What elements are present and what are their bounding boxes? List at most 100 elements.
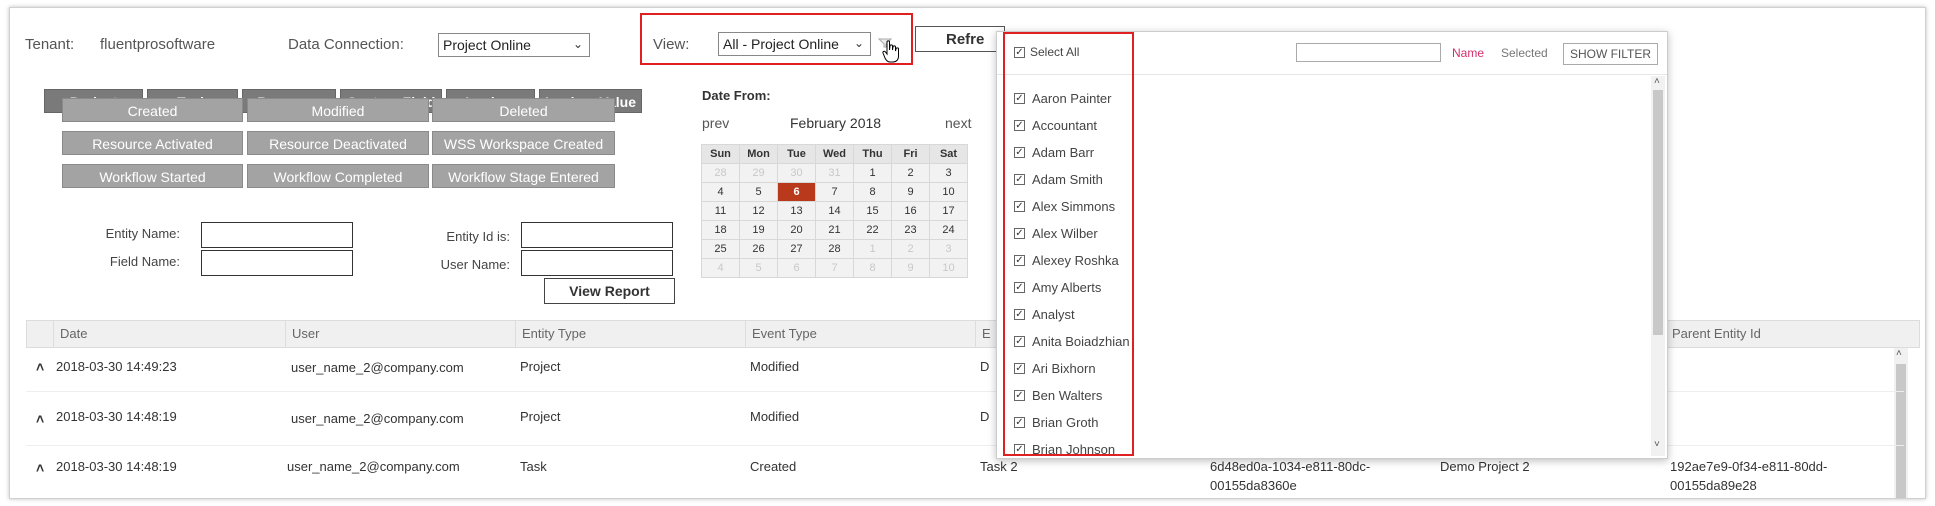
calendar-day-header: Mon — [739, 144, 778, 164]
row-entity: D — [980, 359, 990, 374]
data-connection-label: Data Connection: — [288, 36, 404, 53]
event-deleted-button[interactable]: Deleted — [432, 98, 615, 122]
tenant-value: fluentprosoftware — [100, 36, 216, 53]
calendar-day-cell[interactable]: 5 — [739, 258, 778, 278]
show-filter-button[interactable]: SHOW FILTER — [1563, 43, 1658, 65]
data-connection-select[interactable]: Project Online ⌄ — [438, 33, 590, 57]
column-header-date[interactable]: Date — [53, 321, 285, 347]
calendar-day-cell[interactable]: 16 — [891, 201, 930, 221]
calendar-day-cell[interactable]: 9 — [891, 258, 930, 278]
calendar-day-cell[interactable]: 20 — [777, 220, 816, 240]
calendar-day-cell[interactable]: 28 — [815, 239, 854, 259]
calendar-day-cell[interactable]: 10 — [929, 258, 968, 278]
date-from-label: Date From: — [702, 88, 771, 103]
calendar-day-header: Fri — [891, 144, 930, 164]
filter-search-input[interactable] — [1296, 43, 1441, 62]
field-name-input[interactable] — [201, 250, 353, 276]
calendar-day-cell[interactable]: 7 — [815, 258, 854, 278]
calendar-day-cell[interactable]: 2 — [891, 163, 930, 183]
calendar-day-cell[interactable]: 8 — [853, 258, 892, 278]
calendar-day-cell[interactable]: 7 — [815, 182, 854, 202]
entity-name-input[interactable] — [201, 222, 353, 248]
popup-scrollbar-thumb[interactable] — [1653, 90, 1663, 335]
row-parent: Demo Project 2 — [1440, 459, 1530, 474]
column-header-event-type[interactable]: Event Type — [745, 321, 975, 347]
popup-highlight-box — [1003, 32, 1134, 456]
row-user: user_name_2@company.com — [291, 360, 464, 375]
calendar-day-cell[interactable]: 10 — [929, 182, 968, 202]
calendar-day-cell[interactable]: 22 — [853, 220, 892, 240]
event-workflow-stage-entered-button[interactable]: Workflow Stage Entered — [432, 164, 615, 188]
calendar-day-cell[interactable]: 26 — [739, 239, 778, 259]
calendar-day-cell[interactable]: 3 — [929, 163, 968, 183]
event-modified-button[interactable]: Modified — [247, 98, 429, 122]
entity-id-label: Entity Id is: — [446, 229, 510, 244]
calendar-day-cell[interactable]: 30 — [777, 163, 816, 183]
calendar-day-cell[interactable]: 3 — [929, 239, 968, 259]
user-name-input[interactable] — [521, 250, 673, 276]
column-header-entity-type[interactable]: Entity Type — [515, 321, 745, 347]
calendar-day-cell[interactable]: 1 — [853, 239, 892, 259]
row-entity-type: Project — [520, 409, 561, 424]
calendar-day-cell[interactable]: 15 — [853, 201, 892, 221]
event-resource-activated-button[interactable]: Resource Activated — [62, 131, 243, 155]
user-name-label: User Name: — [440, 257, 510, 272]
calendar-day-cell[interactable]: 4 — [701, 182, 740, 202]
calendar-day-cell[interactable]: 6 — [777, 258, 816, 278]
calendar-day-cell[interactable]: 24 — [929, 220, 968, 240]
scroll-up-icon[interactable]: ˄ — [1896, 348, 1902, 359]
event-created-button[interactable]: Created — [62, 98, 243, 122]
expand-icon[interactable]: ˄ — [36, 358, 44, 376]
name-tab[interactable]: Name — [1452, 46, 1484, 60]
popup-scrollbar[interactable]: ˄ ˅ — [1651, 76, 1665, 456]
grid-scrollbar[interactable]: ˄ — [1894, 348, 1908, 498]
view-highlight-box — [640, 13, 913, 65]
expand-icon[interactable]: ˄ — [36, 459, 44, 477]
calendar-day-cell[interactable]: 13 — [777, 201, 816, 221]
row-date: 2018-03-30 14:48:19 — [56, 409, 177, 424]
scroll-up-icon[interactable]: ˄ — [1654, 76, 1660, 87]
calendar-day-cell[interactable]: 21 — [815, 220, 854, 240]
event-wss-workspace-created-button[interactable]: WSS Workspace Created — [432, 131, 615, 155]
calendar-day-cell[interactable]: 6 — [777, 182, 816, 202]
calendar-day-cell[interactable]: 23 — [891, 220, 930, 240]
row-entity-id-cont: 00155da8360e — [1210, 478, 1297, 493]
calendar-prev-link[interactable]: prev — [702, 115, 729, 131]
calendar-day-cell[interactable]: 14 — [815, 201, 854, 221]
row-entity: D — [980, 409, 990, 424]
calendar-day-cell[interactable]: 5 — [739, 182, 778, 202]
calendar-day-cell[interactable]: 29 — [739, 163, 778, 183]
refresh-label: Refre — [946, 31, 985, 48]
calendar-day-cell[interactable]: 8 — [853, 182, 892, 202]
selected-tab[interactable]: Selected — [1501, 46, 1548, 60]
calendar-day-cell[interactable]: 11 — [701, 201, 740, 221]
event-workflow-started-button[interactable]: Workflow Started — [62, 164, 243, 188]
view-report-button[interactable]: View Report — [544, 278, 675, 304]
calendar-day-cell[interactable]: 18 — [701, 220, 740, 240]
expand-icon[interactable]: ˄ — [36, 410, 44, 428]
calendar-day-cell[interactable]: 9 — [891, 182, 930, 202]
calendar-day-cell[interactable]: 19 — [739, 220, 778, 240]
row-date: 2018-03-30 14:49:23 — [56, 359, 177, 374]
calendar-day-cell[interactable]: 27 — [777, 239, 816, 259]
calendar-day-cell[interactable]: 4 — [701, 258, 740, 278]
event-resource-deactivated-button[interactable]: Resource Deactivated — [247, 131, 429, 155]
calendar-day-cell[interactable]: 17 — [929, 201, 968, 221]
column-header-parent-entity-id[interactable]: Parent Entity Id — [1665, 321, 1895, 347]
column-header-user[interactable]: User — [285, 321, 515, 347]
calendar-next-link[interactable]: next — [945, 115, 971, 131]
calendar-day-cell[interactable]: 31 — [815, 163, 854, 183]
row-entity-id: 6d48ed0a-1034-e811-80dc- — [1210, 459, 1371, 474]
calendar-day-cell[interactable]: 25 — [701, 239, 740, 259]
calendar-day-cell[interactable]: 12 — [739, 201, 778, 221]
scroll-down-icon[interactable]: ˅ — [1654, 439, 1660, 450]
entity-id-input[interactable] — [521, 222, 673, 248]
refresh-button[interactable]: Refre — [915, 26, 1005, 52]
calendar-day-header: Sun — [701, 144, 740, 164]
event-workflow-completed-button[interactable]: Workflow Completed — [247, 164, 429, 188]
calendar-day-cell[interactable]: 2 — [891, 239, 930, 259]
calendar-day-cell[interactable]: 1 — [853, 163, 892, 183]
calendar-day-cell[interactable]: 28 — [701, 163, 740, 183]
grid-scrollbar-thumb[interactable] — [1896, 364, 1906, 498]
row-event-type: Modified — [750, 359, 800, 374]
